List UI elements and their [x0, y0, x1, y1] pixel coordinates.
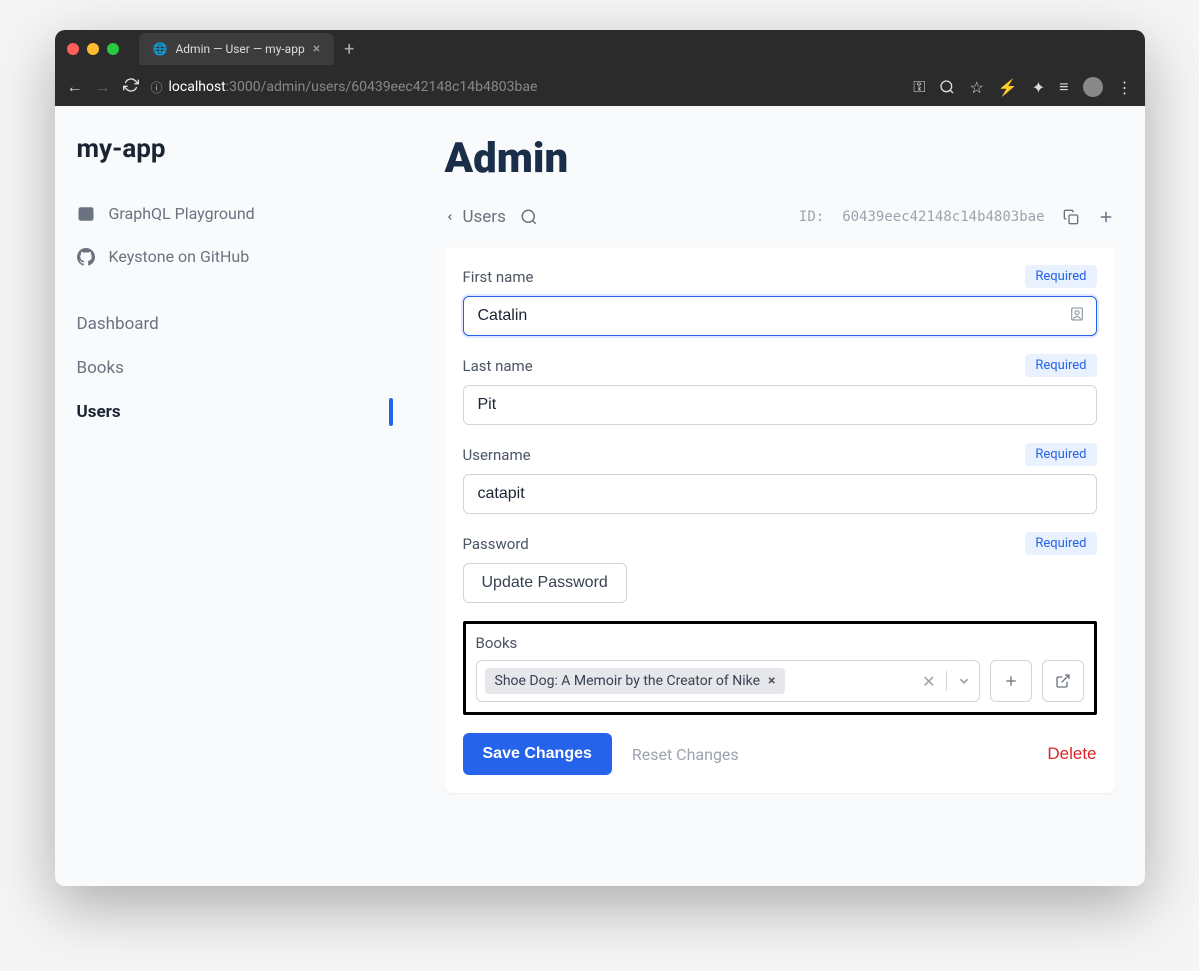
books-label: Books [476, 634, 1084, 652]
form-actions: Save Changes Reset Changes Delete [463, 733, 1097, 775]
reset-button[interactable]: Reset Changes [632, 745, 739, 764]
first-name-input[interactable] [463, 296, 1097, 336]
first-name-label: First name [463, 268, 534, 286]
profile-avatar[interactable] [1083, 77, 1103, 97]
required-badge: Required [1025, 354, 1096, 377]
delete-button[interactable]: Delete [1047, 744, 1096, 764]
nav-item-users[interactable]: Users [77, 390, 393, 434]
id-label: ID: [799, 209, 824, 225]
chip-label: Shoe Dog: A Memoir by the Creator of Nik… [495, 673, 761, 689]
terminal-icon [77, 205, 95, 223]
star-icon[interactable]: ☆ [969, 78, 983, 97]
extension-icon-1[interactable]: ⚡ [998, 78, 1018, 97]
forward-button[interactable]: → [95, 77, 111, 97]
field-books: Books Shoe Dog: A Memoir by the Creator … [463, 621, 1097, 715]
url-host: localhost [169, 79, 226, 95]
ext-link-label: Keystone on GitHub [109, 247, 250, 266]
zoom-icon[interactable] [939, 79, 955, 95]
update-password-button[interactable]: Update Password [463, 563, 627, 603]
nav-list: Dashboard Books Users [77, 302, 393, 434]
clear-select-button[interactable]: ✕ [922, 672, 935, 691]
form-card: First name Required Last name Required [445, 247, 1115, 793]
required-badge: Required [1025, 532, 1096, 555]
browser-window: 🌐 Admin — User — my-app × + ← → ⓘ localh… [55, 30, 1145, 886]
new-tab-button[interactable]: + [344, 39, 354, 60]
field-password: Password Required Update Password [463, 532, 1097, 603]
divider [946, 671, 947, 691]
traffic-lights [67, 43, 119, 55]
back-to-users-link[interactable]: Users [445, 207, 506, 227]
plus-icon [1003, 673, 1019, 689]
ext-link-label: GraphQL Playground [109, 204, 255, 223]
chevron-left-icon [445, 210, 455, 224]
save-button[interactable]: Save Changes [463, 733, 612, 775]
last-name-label: Last name [463, 357, 533, 375]
close-window-button[interactable] [67, 43, 79, 55]
remove-chip-button[interactable]: × [768, 673, 775, 689]
required-badge: Required [1025, 443, 1096, 466]
copy-id-button[interactable] [1063, 209, 1079, 225]
app-title: my-app [77, 134, 393, 164]
extensions-icon[interactable]: ✦ [1032, 78, 1045, 97]
last-name-input[interactable] [463, 385, 1097, 425]
close-tab-button[interactable]: × [313, 41, 320, 57]
field-last-name: Last name Required [463, 354, 1097, 425]
breadcrumb-label: Users [463, 207, 506, 227]
field-first-name: First name Required [463, 265, 1097, 336]
nav-item-dashboard[interactable]: Dashboard [77, 302, 393, 346]
password-label: Password [463, 535, 529, 553]
books-select[interactable]: Shoe Dog: A Memoir by the Creator of Nik… [476, 660, 980, 702]
url-bar: ← → ⓘ localhost:3000/admin/users/60439ee… [55, 68, 1145, 106]
browser-tab[interactable]: 🌐 Admin — User — my-app × [139, 33, 335, 65]
breadcrumb-row: Users ID: 60439eec42148c14b4803bae [445, 207, 1115, 227]
book-chip: Shoe Dog: A Memoir by the Creator of Nik… [485, 668, 786, 694]
add-button[interactable] [1097, 208, 1115, 226]
chevron-down-icon[interactable] [957, 674, 971, 688]
id-value: 60439eec42148c14b4803bae [842, 209, 1044, 225]
open-book-button[interactable] [1042, 660, 1084, 702]
contact-icon [1069, 306, 1085, 326]
sidebar: my-app GraphQL Playground Keystone on Gi… [55, 106, 415, 886]
external-link-icon [1055, 673, 1071, 689]
page-heading: Admin [445, 134, 1115, 183]
maximize-window-button[interactable] [107, 43, 119, 55]
globe-icon: 🌐 [153, 42, 168, 56]
graphql-playground-link[interactable]: GraphQL Playground [77, 192, 393, 235]
browser-toolbar-icons: ⚿ ☆ ⚡ ✦ ≡ ⋮ [913, 77, 1132, 97]
tab-title: Admin — User — my-app [175, 42, 304, 56]
username-input[interactable] [463, 474, 1097, 514]
url-path: :3000/admin/users/60439eec42148c14b4803b… [226, 79, 538, 95]
app-content: my-app GraphQL Playground Keystone on Gi… [55, 106, 1145, 886]
username-label: Username [463, 446, 531, 464]
github-icon [77, 248, 95, 266]
titlebar: 🌐 Admin — User — my-app × + [55, 30, 1145, 68]
reload-button[interactable] [123, 77, 139, 97]
menu-icon[interactable]: ⋮ [1117, 78, 1133, 97]
nav-item-books[interactable]: Books [77, 346, 393, 390]
search-icon[interactable] [520, 208, 538, 226]
field-username: Username Required [463, 443, 1097, 514]
main: Admin Users ID: 60439eec42148c14b4803bae [415, 106, 1145, 886]
info-icon: ⓘ [151, 79, 163, 96]
keystone-github-link[interactable]: Keystone on GitHub [77, 235, 393, 278]
required-badge: Required [1025, 265, 1096, 288]
back-button[interactable]: ← [67, 77, 83, 97]
address-bar[interactable]: ⓘ localhost:3000/admin/users/60439eec421… [151, 79, 902, 96]
add-book-button[interactable] [990, 660, 1032, 702]
minimize-window-button[interactable] [87, 43, 99, 55]
reading-list-icon[interactable]: ≡ [1059, 77, 1068, 97]
key-icon[interactable]: ⚿ [913, 77, 925, 97]
